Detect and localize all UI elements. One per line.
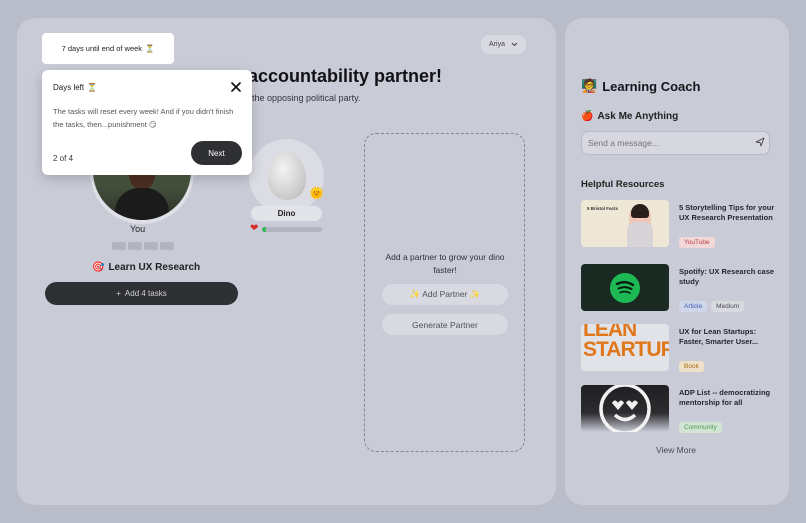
tag-book: Book xyxy=(679,361,704,372)
resource-thumbnail xyxy=(581,264,669,311)
pet-health-fill xyxy=(262,227,266,232)
tour-title-label: Days left xyxy=(53,83,85,92)
task-progress-slots xyxy=(112,242,174,250)
heart-icon: ❤ xyxy=(250,223,259,234)
resource-title: 5 Storytelling Tips for your UX Research… xyxy=(679,203,775,222)
thumbnail-text: LEAN STARTUPS xyxy=(583,324,669,361)
task-slot xyxy=(160,242,174,250)
resources-heading: Helpful Resources xyxy=(581,179,665,190)
hourglass-icon: ⏳ xyxy=(87,83,98,92)
tour-title: Days left ⏳ xyxy=(53,83,97,92)
resource-card[interactable]: ADP List -- democratizing mentorship for… xyxy=(581,385,777,433)
spotify-icon xyxy=(615,281,635,294)
next-button[interactable]: Next xyxy=(191,141,242,165)
sun-icon: 🌞 xyxy=(309,186,324,200)
resource-title: ADP List -- democratizing mentorship for… xyxy=(679,388,771,407)
days-left-tooltip: 7 days until end of week ⏳ xyxy=(42,33,174,64)
task-slot xyxy=(144,242,158,250)
task-slot xyxy=(112,242,126,250)
days-left-text: 7 days until end of week xyxy=(61,44,143,53)
resource-card[interactable]: LEAN STARTUPS UX for Lean Startups: Fast… xyxy=(581,324,777,372)
resource-thumbnail xyxy=(581,385,669,432)
heart-eyes-icon xyxy=(599,385,651,432)
tag-medium: Medium xyxy=(711,301,745,312)
tour-body: The tasks will reset every week! And if … xyxy=(53,107,234,129)
plus-icon: + xyxy=(116,289,121,298)
send-icon[interactable] xyxy=(755,137,765,147)
coach-title-label: Learning Coach xyxy=(602,78,701,94)
ama-heading: 🍎 Ask Me Anything xyxy=(581,111,678,122)
goal-label: Learn UX Research xyxy=(108,262,201,273)
hourglass-icon: ⏳ xyxy=(145,44,155,53)
resource-card[interactable]: Spotify: UX Research case study Article M… xyxy=(581,264,777,312)
tour-step-counter: 2 of 4 xyxy=(53,154,74,163)
pet-name: Dino xyxy=(251,206,322,221)
resource-title: UX for Lean Startups: Faster, Smarter Us… xyxy=(679,327,759,346)
view-more-link[interactable]: View More xyxy=(656,445,696,455)
egg-image xyxy=(268,152,306,200)
resource-card[interactable]: 5 Bristol Facts 5 Storytelling Tips for … xyxy=(581,200,777,248)
goal-title: 🎯 Learn UX Research xyxy=(92,262,200,273)
user-menu[interactable]: Ariya xyxy=(481,35,526,54)
apple-icon: 🍎 xyxy=(581,111,594,122)
player-name: You xyxy=(130,224,146,234)
user-name: Ariya xyxy=(489,41,505,48)
pet-health-bar xyxy=(262,227,322,232)
target-icon: 🎯 xyxy=(92,262,105,273)
coach-title: 🧑‍🏫 Learning Coach xyxy=(581,78,700,94)
generate-partner-button[interactable]: Generate Partner xyxy=(382,314,508,335)
resource-title: Spotify: UX Research case study xyxy=(679,267,775,286)
add-tasks-label: Add 4 tasks xyxy=(124,289,167,298)
resource-thumbnail: 5 Bristol Facts xyxy=(581,200,669,247)
task-slot xyxy=(128,242,142,250)
message-input[interactable] xyxy=(581,131,770,155)
page-title: accountability partner! xyxy=(248,66,443,86)
add-tasks-button[interactable]: + Add 4 tasks xyxy=(45,282,238,305)
thumbnail-text: 5 Bristol Facts xyxy=(587,206,619,211)
resource-thumbnail: LEAN STARTUPS xyxy=(581,324,669,371)
ama-label: Ask Me Anything xyxy=(597,111,679,122)
teacher-icon: 🧑‍🏫 xyxy=(581,78,598,93)
tour-popover: Days left ⏳ The tasks will reset every w… xyxy=(42,70,252,175)
tag-youtube: YouTube xyxy=(679,237,715,248)
tag-article: Article xyxy=(679,301,708,312)
chevron-down-icon xyxy=(511,42,518,47)
page-subtitle: the opposing political party. xyxy=(252,93,361,103)
close-icon[interactable] xyxy=(230,81,242,93)
add-partner-button[interactable]: ✨ Add Partner ✨ xyxy=(382,284,508,305)
partner-prompt: Add a partner to grow your dino faster! xyxy=(385,252,505,275)
tag-community: Community xyxy=(679,422,722,433)
